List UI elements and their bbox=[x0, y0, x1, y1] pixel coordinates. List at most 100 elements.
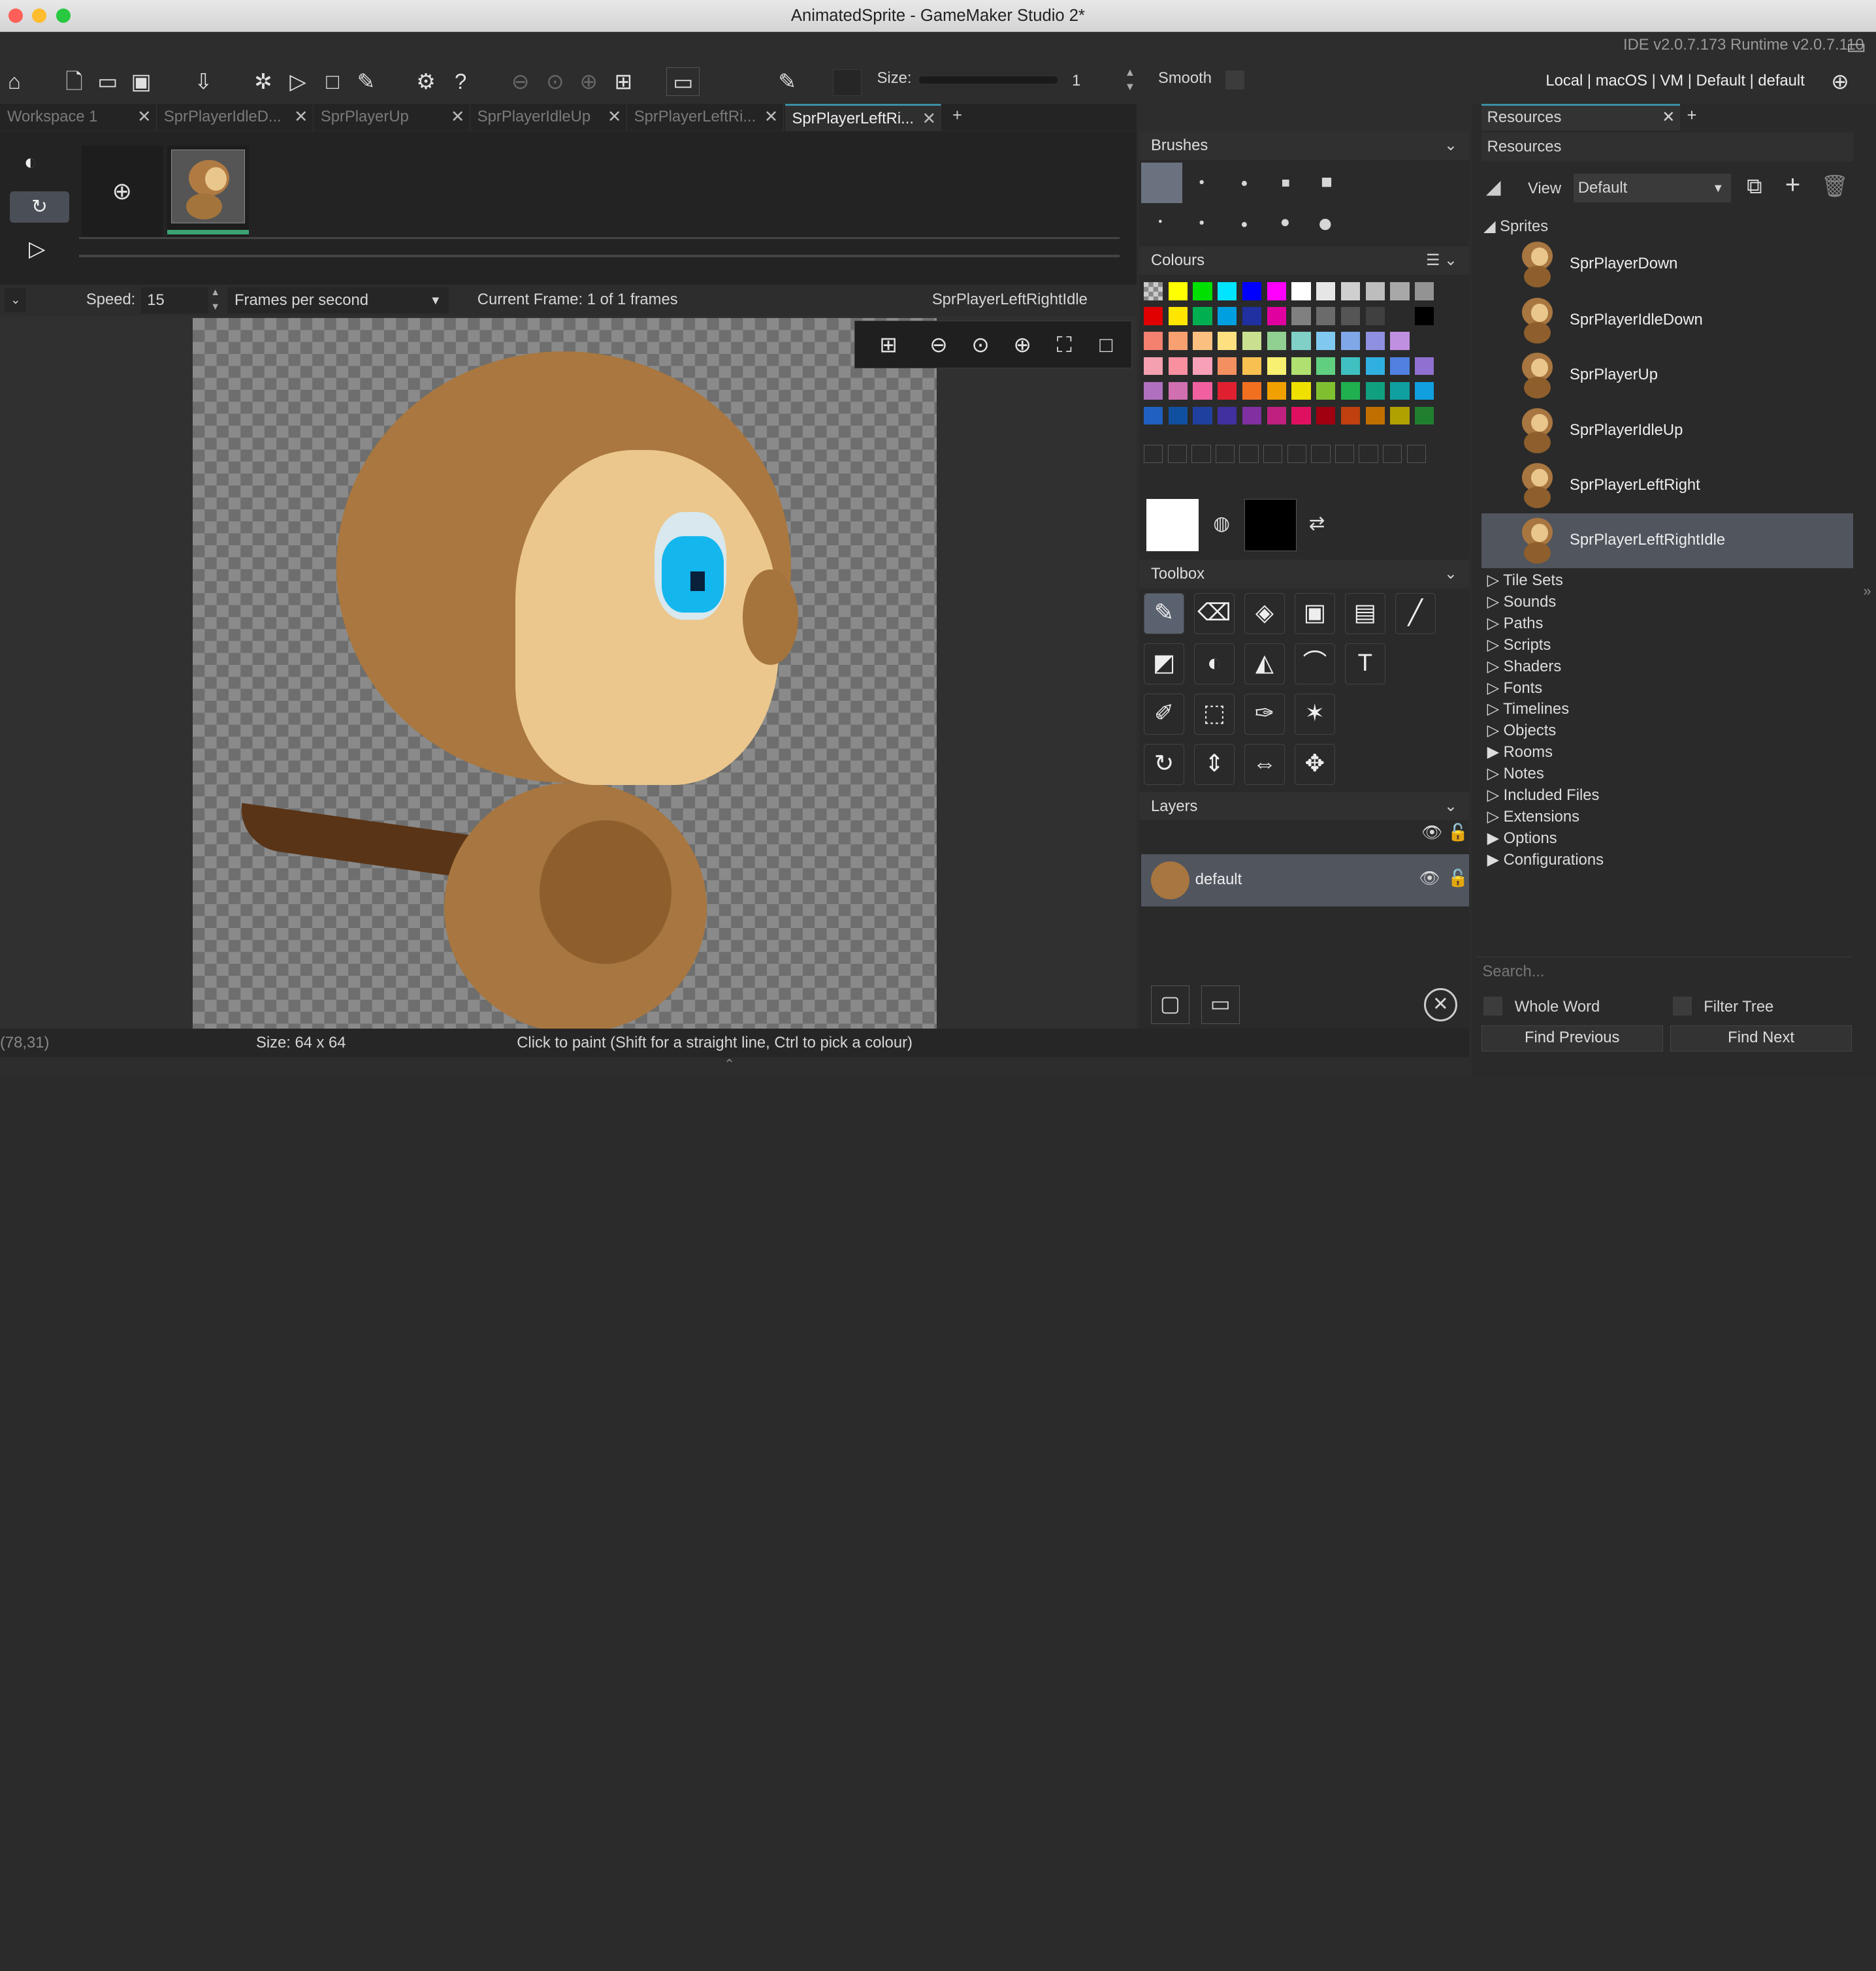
speed-unit-select[interactable]: Frames per second ▼ bbox=[227, 287, 449, 313]
colour-swatch[interactable] bbox=[1291, 332, 1311, 350]
loop-icon[interactable]: ↻ bbox=[9, 191, 70, 223]
maximize-window-button[interactable] bbox=[56, 8, 71, 23]
brushes-header[interactable]: Brushes ⌄ bbox=[1139, 131, 1470, 161]
colour-swatch[interactable] bbox=[1168, 357, 1188, 375]
filter-tree-checkbox[interactable] bbox=[1672, 996, 1692, 1016]
colour-swatch[interactable] bbox=[1316, 357, 1336, 375]
pencil-tool-icon[interactable]: ✎ bbox=[1143, 593, 1185, 634]
brush-2px[interactable]: ● bbox=[1199, 177, 1205, 187]
search-input[interactable] bbox=[1476, 957, 1852, 986]
line-tool-icon[interactable]: ╱ bbox=[1395, 593, 1436, 634]
close-window-button[interactable] bbox=[8, 8, 23, 23]
size-stepper[interactable]: ▲ ▼ bbox=[1125, 66, 1135, 95]
fit-screen-icon[interactable]: ⛶ bbox=[1050, 330, 1078, 359]
colour-swatch[interactable] bbox=[1365, 357, 1385, 375]
view-select[interactable]: Default ▼ bbox=[1573, 173, 1732, 202]
target-selector[interactable]: Local | macOS | VM | Default | default bbox=[1545, 72, 1804, 90]
sprite-item-selected[interactable]: SprPlayerLeftRightIdle bbox=[1481, 513, 1854, 568]
curve-tool-icon[interactable]: ⌒ bbox=[1294, 643, 1336, 684]
colour-swatch[interactable] bbox=[1218, 332, 1237, 350]
colour-swatch[interactable] bbox=[1365, 332, 1385, 350]
copy-resource-icon[interactable]: ⧉ bbox=[1747, 174, 1762, 199]
layer-row[interactable]: default 👁 🔓 bbox=[1141, 854, 1470, 907]
size-slider[interactable] bbox=[918, 76, 1058, 84]
run-icon[interactable]: ▷ bbox=[283, 67, 312, 96]
colour-swatch[interactable] bbox=[1242, 307, 1262, 325]
size-input[interactable]: 1 bbox=[1065, 69, 1122, 93]
minimize-window-button[interactable] bbox=[32, 8, 47, 23]
colour-swatch[interactable] bbox=[1267, 332, 1286, 350]
colour-swatch[interactable] bbox=[1168, 406, 1188, 425]
move-tool-icon[interactable]: ✥ bbox=[1294, 744, 1336, 785]
add-tab-button[interactable]: + bbox=[952, 106, 962, 125]
fill-tool-icon[interactable]: ◈ bbox=[1244, 593, 1286, 634]
colour-swatch[interactable] bbox=[1193, 307, 1212, 325]
folder-shaders[interactable]: ▷ Shaders bbox=[1487, 657, 1562, 676]
colour-swatch[interactable] bbox=[1218, 357, 1237, 375]
sprites-folder[interactable]: ◢ Sprites bbox=[1483, 217, 1548, 236]
stop-icon[interactable]: □ bbox=[318, 67, 347, 96]
colour-swatch[interactable] bbox=[1267, 406, 1286, 425]
layout-icon[interactable]: ⊞ bbox=[609, 67, 638, 96]
add-frame-button[interactable]: ⊕ bbox=[81, 146, 163, 237]
find-next-button[interactable]: Find Next bbox=[1670, 1025, 1852, 1051]
folder-scripts[interactable]: ▷ Scripts bbox=[1487, 635, 1551, 654]
new-project-icon[interactable]: 🗋 bbox=[60, 67, 89, 96]
close-tab-icon[interactable]: ✕ bbox=[764, 104, 778, 130]
colour-swatch[interactable] bbox=[1291, 282, 1311, 300]
colour-swatch[interactable] bbox=[1267, 282, 1286, 300]
rotate-tool-icon[interactable]: ↻ bbox=[1143, 744, 1185, 785]
colour-swatch[interactable] bbox=[1390, 357, 1410, 375]
colour-swatch[interactable] bbox=[1242, 406, 1262, 425]
debug-icon[interactable]: ✲ bbox=[249, 67, 278, 96]
flip-vertical-tool-icon[interactable]: ⇕ bbox=[1193, 744, 1235, 785]
colour-swatch[interactable] bbox=[1316, 332, 1336, 350]
new-layer-icon[interactable]: ▢ bbox=[1150, 985, 1189, 1024]
swap-colours-icon[interactable]: ⇄ bbox=[1309, 512, 1325, 535]
sprite-item[interactable]: SprPlayerLeftRight bbox=[1481, 458, 1854, 513]
brush-4px[interactable]: ■ bbox=[1282, 174, 1290, 191]
folder-options[interactable]: ▶ Options bbox=[1487, 829, 1557, 848]
zoom-out-icon[interactable]: ⊖ bbox=[924, 330, 953, 359]
sprite-item[interactable]: SprPlayerIdleUp bbox=[1481, 403, 1854, 458]
add-resource-icon[interactable]: + bbox=[1785, 170, 1801, 200]
brush-round-5[interactable]: ● bbox=[1318, 208, 1333, 238]
brush-3px[interactable]: ● bbox=[1240, 176, 1248, 190]
expand-output-icon[interactable]: ⌃ bbox=[724, 1056, 735, 1072]
layers-header[interactable]: Layers ⌄ bbox=[1139, 792, 1470, 821]
colour-swatch[interactable] bbox=[1168, 332, 1188, 350]
zoom-in-icon[interactable]: ⊕ bbox=[574, 67, 603, 96]
smooth-checkbox[interactable] bbox=[1225, 71, 1244, 90]
colour-swatch[interactable] bbox=[1168, 307, 1188, 325]
zoom-reset-icon[interactable]: ⊙ bbox=[966, 330, 995, 359]
whole-word-checkbox[interactable] bbox=[1483, 996, 1503, 1016]
colour-swatch[interactable] bbox=[1415, 282, 1434, 300]
colour-swatch[interactable] bbox=[1340, 282, 1361, 300]
colour-swatch[interactable] bbox=[1340, 357, 1361, 375]
tab-sprite[interactable]: SprPlayerIdleD... ✕ bbox=[157, 104, 314, 131]
delete-resource-icon[interactable]: 🗑 bbox=[1821, 174, 1849, 199]
colour-swatch[interactable] bbox=[1340, 406, 1361, 425]
zoom-in-icon[interactable]: ⊕ bbox=[1008, 330, 1037, 359]
expand-panel-icon[interactable]: » bbox=[1863, 583, 1871, 600]
target-crosshair-icon[interactable]: ⊕ bbox=[1826, 67, 1854, 96]
colour-swatch[interactable] bbox=[1193, 357, 1212, 375]
folder-included-files[interactable]: ▷ Included Files bbox=[1487, 786, 1600, 805]
zoom-out-icon[interactable]: ⊖ bbox=[506, 67, 535, 96]
colours-header[interactable]: Colours ☰ ⌄ bbox=[1139, 246, 1470, 276]
lasso-select-tool-icon[interactable]: ✑ bbox=[1244, 694, 1286, 735]
sprite-canvas[interactable] bbox=[192, 318, 937, 1029]
colour-swatch[interactable] bbox=[1267, 381, 1286, 400]
colour-swatch[interactable] bbox=[1390, 307, 1410, 325]
primary-colour[interactable] bbox=[1146, 498, 1199, 552]
colour-swatch[interactable] bbox=[1242, 332, 1262, 350]
play-icon[interactable]: ▷ bbox=[29, 236, 45, 261]
onion-skin-icon[interactable]: ◐ bbox=[24, 150, 37, 174]
toolbox-header[interactable]: Toolbox ⌄ bbox=[1139, 560, 1470, 589]
text-tool-icon[interactable]: T bbox=[1344, 643, 1385, 684]
speed-input[interactable]: 15 bbox=[141, 287, 208, 313]
colour-swatch[interactable] bbox=[1218, 381, 1237, 400]
flip-horizontal-tool-icon[interactable]: ⇔ bbox=[1244, 744, 1286, 785]
delete-layer-icon[interactable]: ✕ bbox=[1423, 987, 1457, 1022]
colour-swatch[interactable] bbox=[1143, 381, 1163, 400]
